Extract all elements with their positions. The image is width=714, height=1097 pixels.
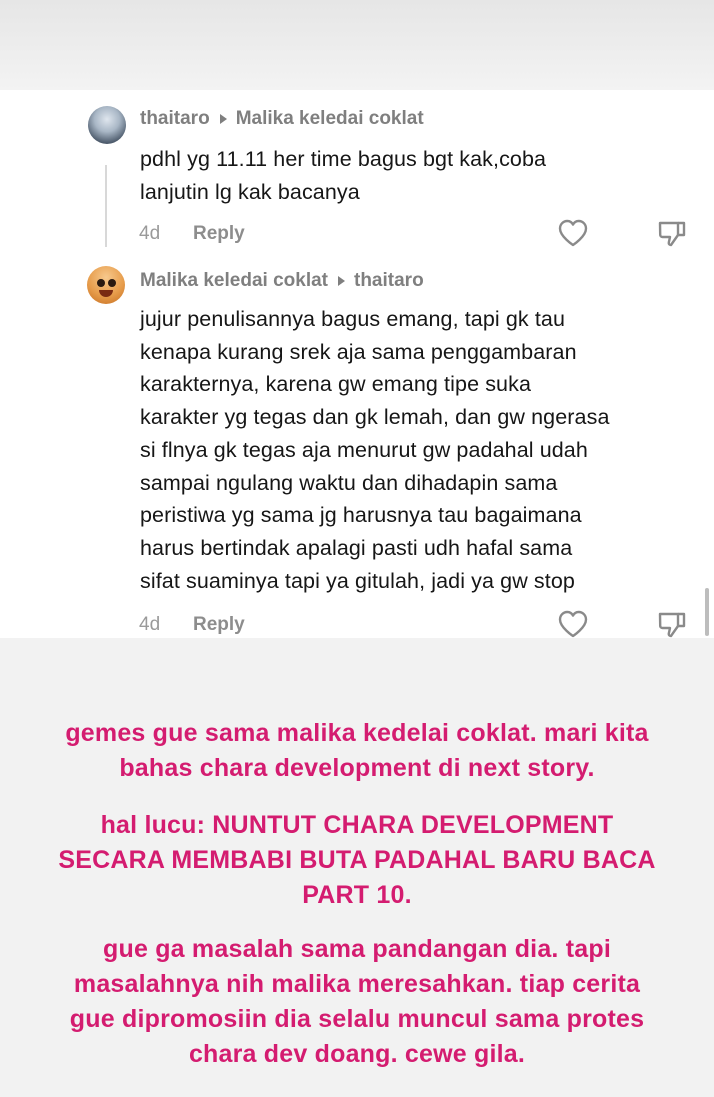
caret-right-icon xyxy=(338,276,345,286)
caption-line: gemes gue sama malika kedelai coklat. ma… xyxy=(65,719,649,747)
comment-1-line: lanjutin lg kak bacanya xyxy=(140,179,360,204)
comment-2-reply-to[interactable]: thaitaro xyxy=(354,270,424,292)
avatar-mouth xyxy=(99,290,113,297)
caption-line: bahas chara development di next story. xyxy=(119,754,595,782)
caption-line: gue dipromosiin dia selalu muncul sama p… xyxy=(69,1005,645,1033)
heart-icon[interactable] xyxy=(557,218,589,248)
caption-line: chara dev doang. cewe gila. xyxy=(188,1040,526,1068)
scrollbar[interactable] xyxy=(705,588,709,636)
avatar-malika[interactable] xyxy=(87,266,125,304)
comment-2-line: kenapa kurang srek aja sama penggambaran xyxy=(140,339,577,364)
comment-2-author[interactable]: Malika keledai coklat xyxy=(140,270,328,292)
comment-2-age: 4d xyxy=(139,614,161,635)
comment-1-line: pdhl yg 11.11 her time bagus bgt kak,cob… xyxy=(140,147,547,171)
story-top-band xyxy=(0,0,714,90)
comment-2-line: harus bertindak apalagi pasti udh hafal … xyxy=(140,535,573,560)
thumbs-down-icon[interactable] xyxy=(657,610,687,640)
comment-2-line: karakternya, karena gw emang tipe suka xyxy=(140,372,532,397)
caption-paragraph-1: gemes gue sama malika kedelai coklat. ma… xyxy=(0,716,714,786)
comment-1-reply-button[interactable]: Reply xyxy=(193,223,245,245)
comment-2-line: peristiwa yg sama jg harusnya tau bagaim… xyxy=(140,503,582,528)
caption-line: hal lucu: NUNTUT CHARA DEVELOPMENT xyxy=(100,811,614,839)
caret-right-icon xyxy=(219,114,227,124)
avatar-eye xyxy=(97,279,105,287)
comment-1-reply-to[interactable]: Malika keledai coklat xyxy=(236,108,424,130)
heart-icon[interactable] xyxy=(557,609,589,639)
comment-2-line: jujur penulisannya bagus emang, tapi gk … xyxy=(140,307,566,331)
avatar-thaitaro[interactable] xyxy=(88,106,126,144)
caption-line: masalahnya nih malika meresahkan. tiap c… xyxy=(73,970,641,998)
caption-line: gue ga masalah sama pandangan dia. tapi xyxy=(103,935,611,963)
comment-2-meta: Malika keledai coklat thaitaro xyxy=(140,270,424,292)
caption-paragraph-2: hal lucu: NUNTUT CHARA DEVELOPMENT SECAR… xyxy=(0,808,714,913)
comment-2-line: karakter yg tegas dan gk lemah, dan gw n… xyxy=(140,405,610,430)
avatar-eye xyxy=(108,279,116,287)
comment-1-meta: thaitaro Malika keledai coklat xyxy=(140,108,424,130)
thumbs-down-icon[interactable] xyxy=(657,219,687,249)
thread-line xyxy=(105,165,107,247)
comment-2-line: si flnya gk tegas aja menurut gw padahal… xyxy=(140,437,588,462)
caption-line: SECARA MEMBABI BUTA PADAHAL BARU BACA xyxy=(58,846,656,874)
caption-line: PART 10. xyxy=(302,881,412,909)
comment-2-line: sifat suaminya tapi ya gitulah, jadi ya … xyxy=(140,568,575,593)
comment-1-author[interactable]: thaitaro xyxy=(140,108,210,130)
comment-2-text: jujur penulisannya bagus emang, tapi gk … xyxy=(140,303,610,597)
comment-1-text: pdhl yg 11.11 her time bagus bgt kak,cob… xyxy=(140,143,546,208)
comment-2-line: sampai ngulang waktu dan dihadapin sama xyxy=(140,470,558,495)
comment-2-reply-button[interactable]: Reply xyxy=(193,614,245,636)
comment-1-age: 4d xyxy=(139,223,161,244)
caption-paragraph-3: gue ga masalah sama pandangan dia. tapi … xyxy=(0,932,714,1072)
